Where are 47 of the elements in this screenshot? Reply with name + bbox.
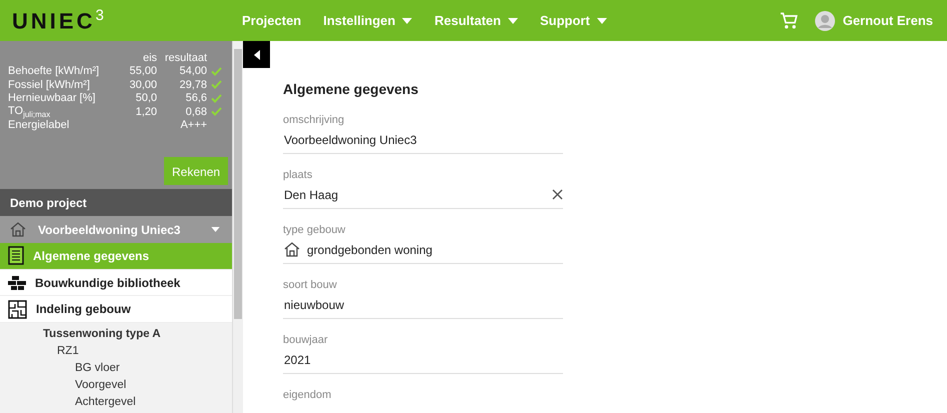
tree-item[interactable]: Tussenwoning type A — [0, 328, 232, 345]
field-label: soort bouw — [283, 279, 338, 291]
collapse-button[interactable] — [243, 41, 270, 68]
input-field[interactable]: 2021 — [283, 352, 563, 374]
result-label: Fossiel [kWh/m²] — [8, 78, 91, 91]
floorplan-icon — [8, 300, 27, 319]
input-field[interactable]: Voorbeeldwoning Uniec3 — [283, 132, 563, 154]
input-field[interactable]: nieuwbouw — [283, 297, 563, 319]
cart-icon[interactable] — [778, 10, 799, 30]
document-icon — [8, 246, 24, 266]
bricks-icon — [8, 276, 26, 290]
column-header: eis — [142, 52, 158, 64]
house-icon — [10, 222, 26, 238]
column-header: resultaat — [164, 52, 208, 64]
result-value: 29,78 — [180, 78, 208, 91]
result-value: 54,00 — [180, 65, 208, 78]
result-value: A+++ — [180, 119, 208, 132]
project-title: Demo project — [0, 189, 232, 216]
requirement-value: 1,20 — [136, 106, 158, 118]
result-label: Hernieuwbaar [%] — [8, 92, 96, 104]
tree-item[interactable]: RZ1 — [0, 345, 232, 362]
result-label: Energielabel — [8, 119, 70, 132]
result-value: 56,6 — [186, 92, 208, 104]
avatar-icon[interactable] — [814, 10, 835, 30]
field-label: type gebouw — [283, 224, 346, 236]
field-label: eigendom — [283, 389, 332, 401]
result-label: Behoefte [kWh/m²] — [8, 65, 100, 78]
result-value: 0,68 — [186, 106, 208, 118]
result-label: TO$_{juli;max}$ — [8, 104, 52, 119]
requirement-value: 50,0 — [136, 92, 158, 104]
input-field[interactable]: Den Haag — [283, 187, 563, 209]
scrollbar[interactable] — [232, 41, 243, 413]
tree-item[interactable]: BG vloer — [0, 362, 232, 379]
field-label: omschrijving — [283, 114, 346, 126]
field-label: plaats — [283, 169, 314, 181]
triangle-left-icon — [254, 50, 260, 60]
requirement-value: 30,00 — [130, 78, 158, 91]
logo[interactable]: UNIEC$^{3}$ — [12, 8, 242, 33]
tree-item[interactable]: Achtergevel — [0, 396, 232, 413]
house-icon — [284, 242, 300, 257]
input-field[interactable]: grondgebonden woning — [283, 242, 563, 264]
field-label: bouwjaar — [283, 334, 329, 346]
tree-item[interactable]: Voorgevel — [0, 379, 232, 396]
requirement-value: 55,00 — [130, 65, 158, 78]
caret-icon — [211, 227, 220, 232]
close-icon[interactable] — [552, 189, 563, 200]
form-title: Algemene gegevens — [283, 81, 420, 97]
